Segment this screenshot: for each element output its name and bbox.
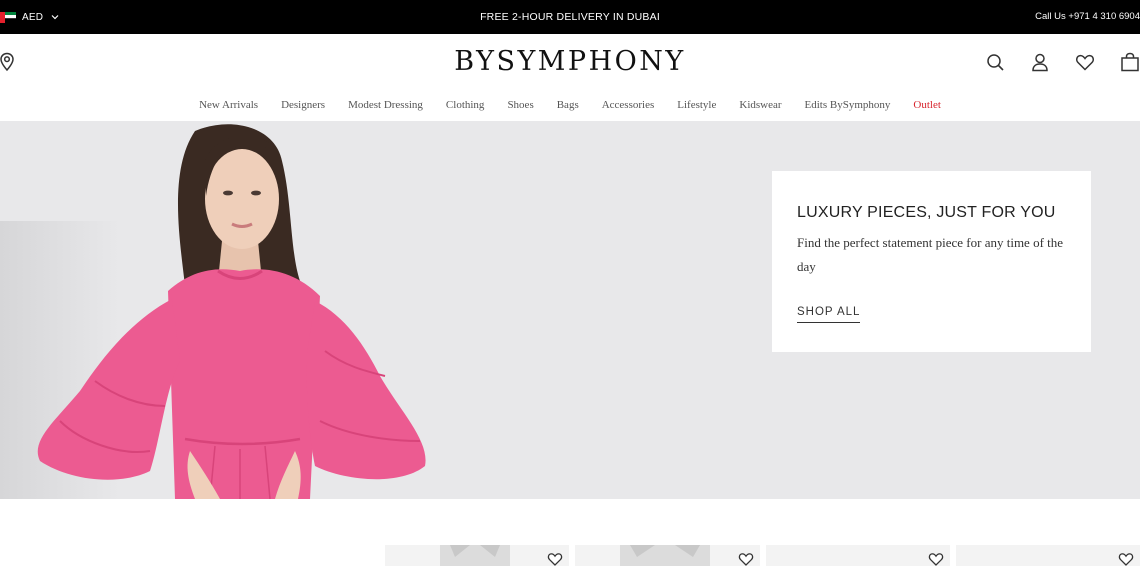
product-thumbnail xyxy=(620,545,711,566)
nav-item-lifestyle[interactable]: Lifestyle xyxy=(677,99,716,111)
hero-title: LUXURY PIECES, JUST FOR YOU xyxy=(797,204,1056,221)
site-logo[interactable]: BYSYMPHONY xyxy=(0,46,1140,77)
delivery-promo-text: FREE 2-HOUR DELIVERY IN DUBAI xyxy=(480,11,660,23)
heart-icon[interactable] xyxy=(928,551,944,566)
nav-item-outlet[interactable]: Outlet xyxy=(913,99,941,111)
nav-item-accessories[interactable]: Accessories xyxy=(602,99,655,111)
main-navigation: New Arrivals Designers Modest Dressing C… xyxy=(0,94,1140,116)
heart-icon[interactable] xyxy=(1118,551,1134,566)
heart-icon[interactable] xyxy=(547,551,563,566)
site-header: BYSYMPHONY xyxy=(0,34,1140,90)
product-grid xyxy=(385,545,1140,566)
hero-banner[interactable]: LUXURY PIECES, JUST FOR YOU Find the per… xyxy=(0,121,1140,499)
nav-item-clothing[interactable]: Clothing xyxy=(446,99,485,111)
hero-promo-card: LUXURY PIECES, JUST FOR YOU Find the per… xyxy=(772,171,1091,352)
heart-icon[interactable] xyxy=(738,551,754,566)
nav-item-designers[interactable]: Designers xyxy=(281,99,325,111)
product-card[interactable] xyxy=(955,545,1140,566)
bag-icon[interactable] xyxy=(1120,52,1140,72)
hero-model-image xyxy=(37,124,426,499)
search-icon[interactable] xyxy=(985,52,1005,72)
product-card[interactable] xyxy=(765,545,950,566)
shop-all-link[interactable]: SHOP ALL xyxy=(797,306,861,323)
top-bar: AED FREE 2-HOUR DELIVERY IN DUBAI Call U… xyxy=(0,0,1140,34)
product-card[interactable] xyxy=(385,545,570,566)
call-us-link[interactable]: Call Us +971 4 310 6904 xyxy=(1035,0,1140,34)
nav-item-modest-dressing[interactable]: Modest Dressing xyxy=(348,99,423,111)
hero-subtitle: Find the perfect statement piece for any… xyxy=(797,235,1064,274)
product-thumbnail xyxy=(440,545,510,566)
nav-item-edits-bysymphony[interactable]: Edits BySymphony xyxy=(805,99,891,111)
nav-item-new-arrivals[interactable]: New Arrivals xyxy=(199,99,258,111)
nav-item-kidswear[interactable]: Kidswear xyxy=(739,99,781,111)
product-card[interactable] xyxy=(575,545,760,566)
nav-item-bags[interactable]: Bags xyxy=(557,99,579,111)
account-icon[interactable] xyxy=(1030,52,1050,72)
wishlist-icon[interactable] xyxy=(1075,52,1095,72)
nav-item-shoes[interactable]: Shoes xyxy=(507,99,533,111)
